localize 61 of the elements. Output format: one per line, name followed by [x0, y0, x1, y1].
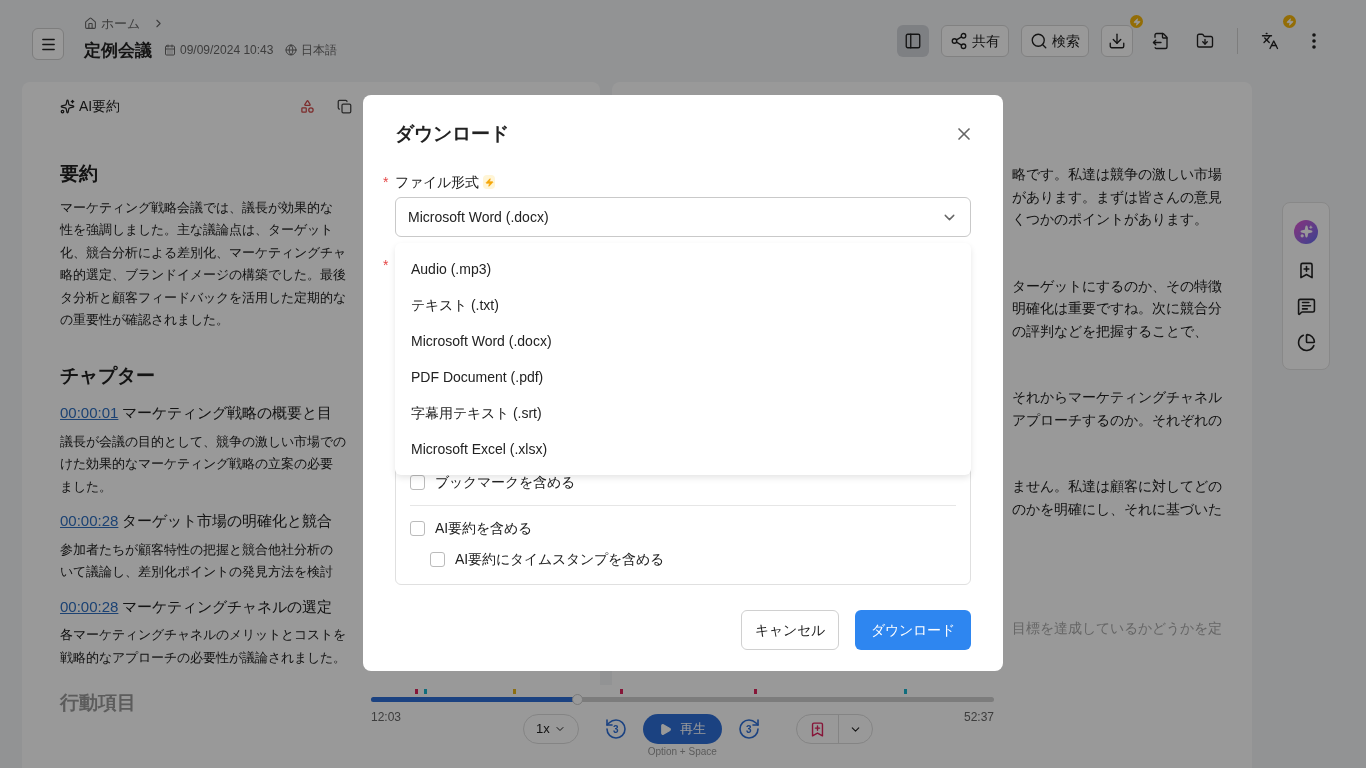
timestamp-link[interactable]: 00:00:28 [60, 595, 119, 618]
checkbox-label: AI要約にタイムスタンプを含める [455, 550, 665, 569]
breadcrumb-link[interactable]: ホーム [101, 14, 140, 34]
format-option[interactable]: 字幕用テキスト (.srt) [395, 395, 971, 431]
search-button[interactable]: 検索 [1021, 25, 1089, 57]
chapter-title: マーケティングチャネルの選定 [122, 596, 333, 617]
cancel-button[interactable]: キャンセル [741, 610, 839, 650]
language-text: 日本語 [301, 42, 338, 60]
page-title: 定例会議 [84, 39, 152, 62]
required-mark: * [383, 256, 390, 275]
summary-text: 略的選定、ブランドイメージの構築でした。最後 [60, 266, 346, 284]
chapter-text: ました。 [60, 477, 112, 496]
checkbox-label: AI要約を含める [435, 519, 533, 538]
chapter-title: ターゲット市場の明確化と競合 [122, 511, 333, 531]
field-label: ファイル形式 [395, 172, 479, 192]
panel-tab-title: AI要約 [79, 96, 121, 116]
summary-text: タ分析と顧客フィードバックを活用した定期的な [60, 288, 346, 307]
format-option[interactable]: テキスト (.txt) [395, 287, 971, 323]
format-option[interactable]: Microsoft Excel (.xlsx) [395, 431, 971, 467]
total-time: 52:37 [963, 709, 994, 726]
timestamp-link[interactable]: 00:00:28 [60, 510, 119, 533]
transcript-text: があります。まずは皆さんの意見 [1012, 188, 1222, 207]
play-button[interactable]: 再生 [642, 714, 722, 744]
format-option[interactable]: Microsoft Word (.docx) [395, 323, 971, 359]
checkbox-label: ブックマークを含める [435, 473, 575, 492]
transcript-text: の評判などを把握することで、 [1012, 322, 1208, 341]
summary-text: マーケティング戦略会議では、議長が効果的な [60, 198, 333, 217]
timestamp-link[interactable]: 00:00:01 [60, 402, 119, 425]
transcript-text: ません。私達は顧客に対してどの [1012, 478, 1222, 496]
skip-back-button[interactable]: 3 [600, 714, 631, 744]
chapter-text: 議長が会議の目的として、競争の激しい市場での [60, 432, 346, 451]
format-option[interactable]: PDF Document (.pdf) [395, 359, 971, 395]
chapter-text: 戦略的なアプローチの必要性が議論されました。 [60, 648, 346, 667]
current-time: 12:03 [371, 709, 402, 726]
transcript-text: 明確化は重要ですね。次に競合分 [1012, 300, 1222, 318]
transcript-text: くつかのポイントがあります。 [1012, 211, 1208, 229]
skip-forward-button[interactable]: 3 [733, 714, 764, 744]
chapter-text: 各マーケティングチャネルのメリットとコストを [60, 626, 346, 644]
download-confirm-button[interactable]: ダウンロード [855, 610, 971, 650]
date-text: 09/09/2024 10:43 [180, 42, 274, 60]
transcript-text: それからマーケティングチャネル [1012, 389, 1222, 407]
section-heading: 要約 [60, 162, 98, 186]
transcript-text: のかを明確にし、それに基づいた [1012, 500, 1222, 519]
summary-text: 性を強調しました。主な議論点は、ターゲット [60, 221, 333, 239]
chapter-text: いて議論し、差別化ポイントの発見方法を検討 [60, 563, 333, 581]
shortcut-hint: Option + Space [647, 745, 717, 759]
share-button[interactable]: 共有 [941, 25, 1009, 57]
transcript-text: 略です。私達は競争の激しい市場 [1012, 166, 1222, 184]
summary-text: の重要性が確認されました。 [60, 311, 229, 329]
chapter-text: けた効果的なマーケティング戦略の立案の必要 [60, 455, 333, 473]
chapter-text: 参加者たちが顧客特性の把握と競合他社分析の [60, 540, 333, 559]
format-select[interactable]: Microsoft Word (.docx) [395, 197, 971, 237]
chapter-title: マーケティング戦略の概要と目 [122, 403, 333, 423]
section-heading: 行動項目 [60, 691, 136, 715]
dialog-title: ダウンロード [395, 121, 509, 146]
transcript-text: アプローチするのか。それぞれの [1012, 411, 1222, 430]
transcript-text: ターゲットにするのか、その特徴 [1012, 277, 1222, 296]
summary-text: 化、競合分析による差別化、マーケティングチャ [60, 243, 346, 262]
required-mark: * [383, 172, 390, 192]
format-option[interactable]: Audio (.mp3) [395, 251, 971, 287]
section-heading: チャプター [60, 363, 155, 388]
